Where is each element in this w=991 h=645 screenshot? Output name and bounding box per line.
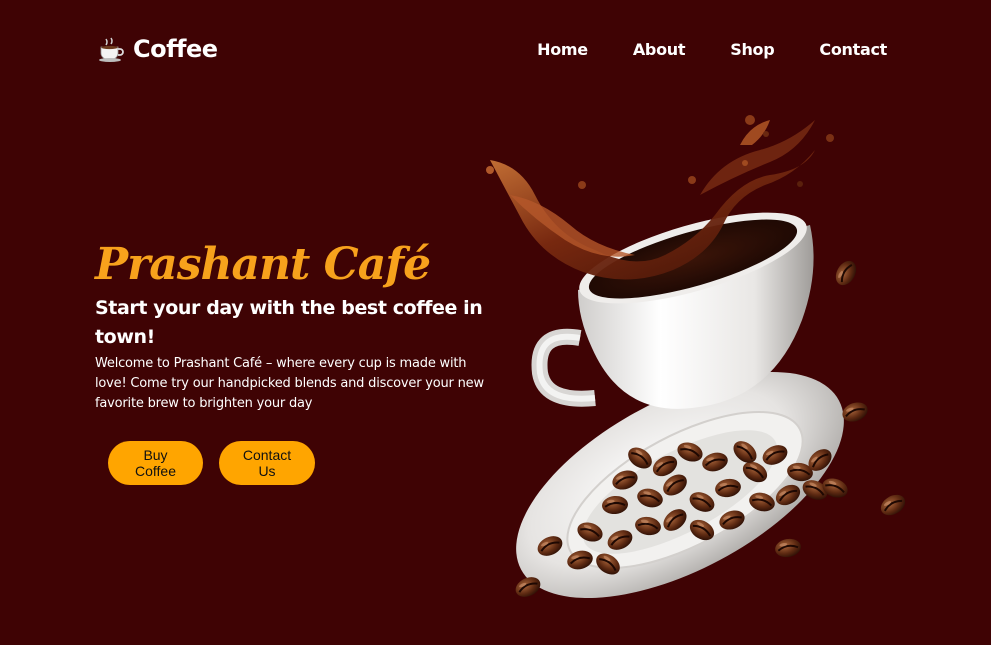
brand-title: Prashant Café bbox=[95, 239, 431, 290]
coffee-splash-illustration bbox=[486, 115, 910, 602]
buy-coffee-button[interactable]: Buy Coffee bbox=[108, 441, 203, 485]
hero-tagline: Start your day with the best coffee in t… bbox=[95, 297, 483, 348]
contact-us-button[interactable]: Contact Us bbox=[219, 441, 315, 485]
coffee-cup-icon bbox=[99, 37, 124, 62]
hero-buttons: Buy Coffee Contact Us bbox=[108, 441, 495, 485]
main-nav: Home About Shop Contact bbox=[537, 40, 887, 59]
nav-contact[interactable]: Contact bbox=[819, 40, 887, 59]
nav-about[interactable]: About bbox=[633, 40, 686, 59]
nav-home[interactable]: Home bbox=[537, 40, 588, 59]
nav-shop[interactable]: Shop bbox=[730, 40, 774, 59]
logo[interactable]: Coffee bbox=[97, 35, 218, 63]
hero-description: Welcome to Prashant Café – where every c… bbox=[95, 356, 484, 411]
hero-section: Prashant Café Start your day with the be… bbox=[95, 236, 495, 485]
logo-text: Coffee bbox=[133, 35, 218, 63]
